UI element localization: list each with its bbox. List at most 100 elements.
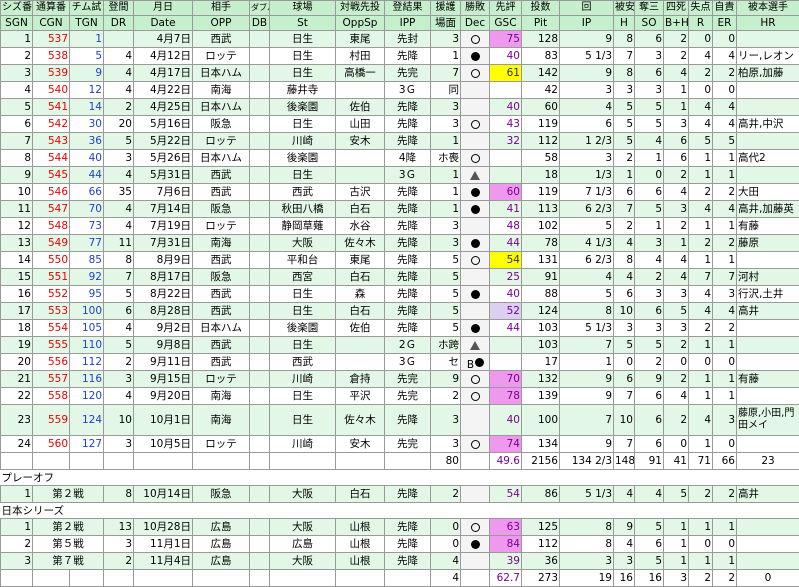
sgn-cell: 23 xyxy=(1,405,33,436)
result-cell: 先降 xyxy=(385,116,431,133)
dr-cell: 7 xyxy=(104,269,134,286)
strikeouts-cell: 3 xyxy=(635,48,664,65)
sgn-cell: 16 xyxy=(1,286,33,303)
loss-marker-icon xyxy=(471,35,480,44)
cgn-cell: 538 xyxy=(33,48,70,65)
decision-cell xyxy=(461,337,490,354)
runs-cell: 1 xyxy=(689,150,713,167)
dr-cell: 4 xyxy=(104,48,134,65)
hold-triangle-icon xyxy=(470,171,480,180)
loss-marker-icon xyxy=(471,523,480,532)
walks-cell: 3 xyxy=(664,320,689,337)
stadium-cell: 日生 xyxy=(270,286,336,303)
walks-cell: 1 xyxy=(664,99,689,116)
dr-cell: 6 xyxy=(104,303,134,320)
pitches-cell: 83 xyxy=(522,48,560,65)
opponent-cell: 南海 xyxy=(193,405,250,436)
opp-starter-cell: 山田 xyxy=(336,116,385,133)
date-cell: 9月11日 xyxy=(134,354,193,371)
doubleheader-cell xyxy=(250,150,270,167)
run-support-cell: 1 xyxy=(431,133,461,150)
total-run-support: 80 xyxy=(431,453,461,470)
empty-cell xyxy=(104,453,134,470)
runs-cell: 1 xyxy=(689,519,713,536)
sgn-cell: 8 xyxy=(1,150,33,167)
run-support-cell: ホ跨 xyxy=(431,337,461,354)
innings-cell: 7 1/3 xyxy=(560,184,614,201)
result-cell: 先完 xyxy=(385,388,431,405)
sgn-cell: 10 xyxy=(1,184,33,201)
innings-cell: 4 1/3 xyxy=(560,235,614,252)
total-run-support: 4 xyxy=(431,570,461,587)
tgn-cell: 30 xyxy=(70,116,104,133)
runs-cell: 4 xyxy=(689,303,713,320)
walks-cell: 1 xyxy=(664,235,689,252)
walks-cell: 1 xyxy=(664,536,689,553)
date-cell: 4月22日 xyxy=(134,82,193,99)
empty-cell xyxy=(1,453,33,470)
sgn-cell: 3 xyxy=(1,65,33,82)
innings-cell: 1/3 xyxy=(560,167,614,184)
run-support-cell: 同 xyxy=(431,82,461,99)
hits-cell: 7 xyxy=(614,201,635,218)
header-cell-ja: 通算番 xyxy=(33,1,70,16)
tgn-cell: 77 xyxy=(70,235,104,252)
innings-cell: 4 xyxy=(560,99,614,116)
innings-cell: 9 xyxy=(560,371,614,388)
strikeouts-cell: 6 xyxy=(635,65,664,82)
strikeouts-cell: 0 xyxy=(635,167,664,184)
date-cell: 10月5日 xyxy=(134,436,193,453)
stadium-cell: 藤井寺 xyxy=(270,82,336,99)
opp-starter-cell: 安木 xyxy=(336,133,385,150)
header-cell-en: 場面 xyxy=(431,16,461,31)
tgn-cell: 12 xyxy=(70,82,104,99)
tgn-cell: 44 xyxy=(70,167,104,184)
strikeouts-cell: 5 xyxy=(635,553,664,570)
runs-cell: 1 xyxy=(689,436,713,453)
home-runs-cell xyxy=(737,82,799,99)
opp-starter-cell: 佐伯 xyxy=(336,99,385,116)
opponent-cell: 西武 xyxy=(193,167,250,184)
header-cell-ja: 勝敗 xyxy=(461,1,490,16)
doubleheader-cell xyxy=(250,388,270,405)
header-row-ja: シズ番通算番チム試登間月日相手ダブル球場対戦先投登結果援護勝敗先評投数回被安奪三… xyxy=(1,1,799,16)
sgn-cell: 11 xyxy=(1,201,33,218)
earned-runs-cell: 1 xyxy=(713,371,737,388)
table-row: 1第２戦810月14日阪急大阪白石先降254865 1/344522高井 xyxy=(1,486,799,503)
header-cell-en: Date xyxy=(134,16,193,31)
result-cell: 先降 xyxy=(385,536,431,553)
dr-cell: 4 xyxy=(104,167,134,184)
total-pitches: 2156 xyxy=(522,453,560,470)
strikeouts-cell: 4 xyxy=(635,133,664,150)
runs-cell: 7 xyxy=(689,269,713,286)
header-cell-en: SO xyxy=(635,16,664,31)
runs-cell: 4 xyxy=(689,116,713,133)
hits-cell: 7 xyxy=(614,48,635,65)
pitches-cell: 119 xyxy=(522,116,560,133)
header-cell-ja: 失点 xyxy=(689,1,713,16)
earned-runs-cell: 1 xyxy=(713,150,737,167)
home-runs-cell xyxy=(737,354,799,371)
game-score-cell: 52 xyxy=(490,303,522,320)
result-cell: 先降 xyxy=(385,99,431,116)
pitches-cell: 112 xyxy=(522,133,560,150)
game-score-cell xyxy=(490,354,522,371)
runs-cell: 1 xyxy=(689,167,713,184)
strikeouts-cell: 5 xyxy=(635,116,664,133)
table-row: 654230205月16日阪急日生山田先降343119655344高井,中沢 xyxy=(1,116,799,133)
hits-cell: 10 xyxy=(614,303,635,320)
tgn-cell: 116 xyxy=(70,371,104,388)
home-runs-cell: 高井 xyxy=(737,486,799,503)
stadium-cell: 大阪 xyxy=(270,553,336,570)
hits-cell: 4 xyxy=(614,235,635,252)
opp-starter-cell xyxy=(336,82,385,99)
doubleheader-cell xyxy=(250,405,270,436)
tgn-cell: 112 xyxy=(70,354,104,371)
table-row: 2155711639月15日ロッテ川崎倉持先完970132969211有藤 xyxy=(1,371,799,388)
empty-cell xyxy=(336,453,385,470)
tgn-cell: 73 xyxy=(70,218,104,235)
strikeouts-cell: 4 xyxy=(635,486,664,503)
date-cell: 4月7日 xyxy=(134,31,193,48)
opponent-cell: 日本ハム xyxy=(193,150,250,167)
opp-starter-cell: 古沢 xyxy=(336,184,385,201)
